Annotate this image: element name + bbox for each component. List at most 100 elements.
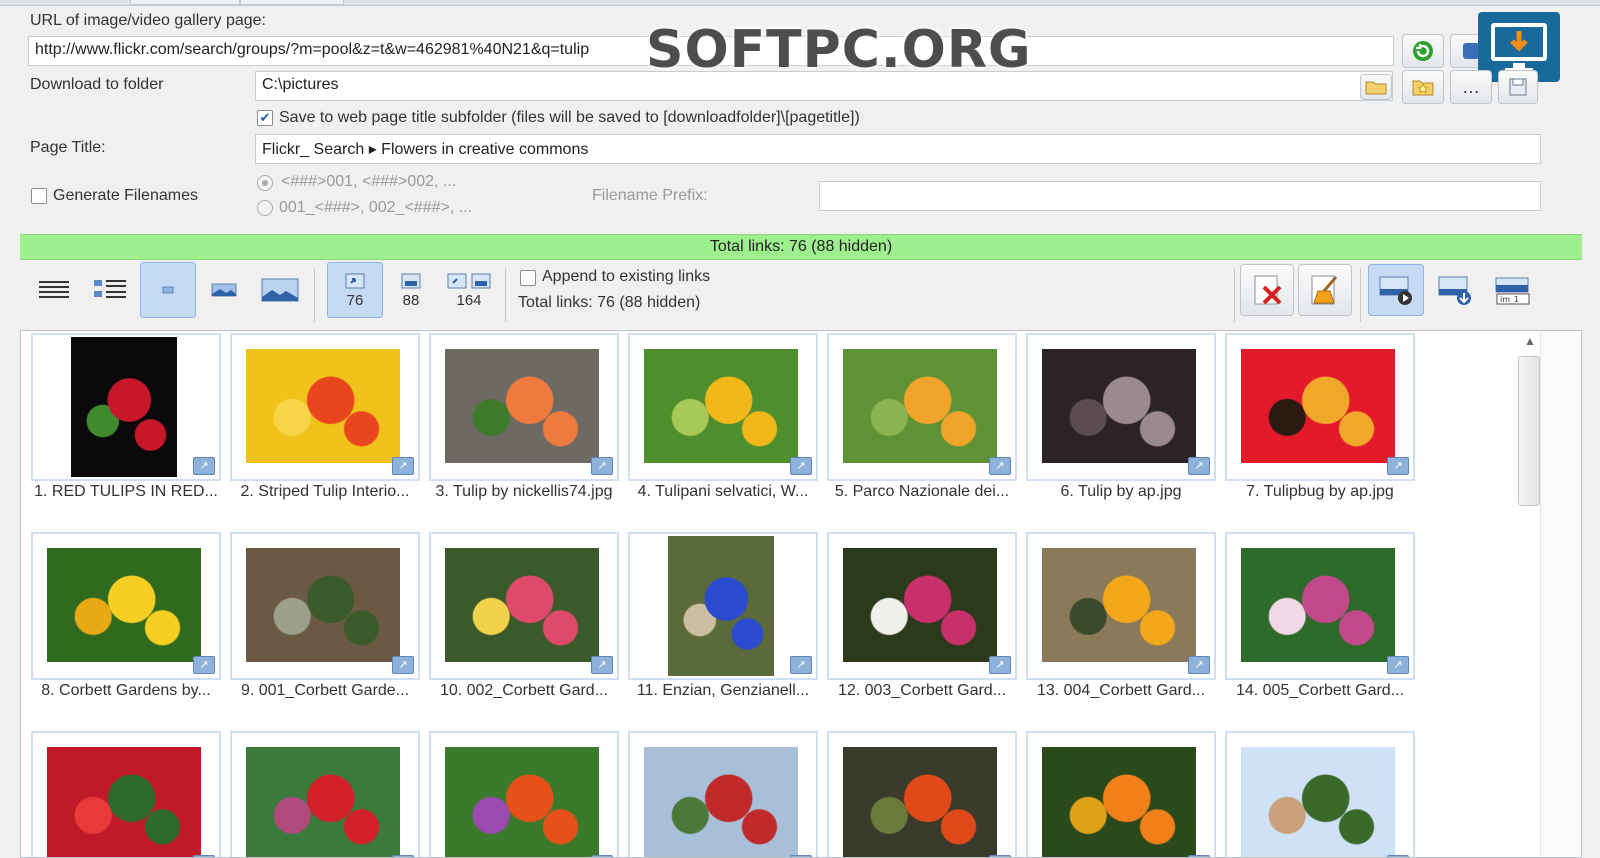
gallery-thumbnail[interactable]: ↗ xyxy=(827,333,1017,481)
subfolder-checkbox[interactable]: ✔ xyxy=(257,110,273,126)
link-badge-icon: ↗ xyxy=(193,656,215,674)
folder-label: Download to folder xyxy=(30,76,164,93)
thumbnail-caption: 8. Corbett Gardens by... xyxy=(41,682,211,699)
gallery-thumbnail[interactable]: ↗ xyxy=(1225,731,1415,857)
gallery-thumbnail[interactable]: ↗ xyxy=(827,731,1017,857)
view-small-thumbs-button[interactable] xyxy=(140,262,196,318)
thumbnail-image xyxy=(246,548,400,662)
rename-icon: im_1 xyxy=(1495,277,1530,305)
toolbar-separator xyxy=(1234,268,1235,322)
more-options-button[interactable]: … xyxy=(1450,70,1492,104)
gallery-thumbnail[interactable]: ↗ xyxy=(628,731,818,857)
clear-links-button[interactable] xyxy=(1298,264,1352,316)
gallery-thumbnail[interactable]: ↗ xyxy=(429,333,619,481)
broom-icon xyxy=(1311,275,1338,305)
view-list-button[interactable] xyxy=(82,262,138,318)
generate-filenames-label: Generate Filenames xyxy=(53,187,198,204)
gallery-thumbnail[interactable]: ↗ xyxy=(1026,731,1216,857)
thumbnail-image xyxy=(246,349,400,463)
image-icon xyxy=(401,273,421,288)
pattern-1-label: <###>001, <###>002, ... xyxy=(281,173,457,190)
gallery-thumbnail[interactable]: ↗ xyxy=(230,731,420,857)
thumbnail-image xyxy=(843,548,997,662)
browse-folder-button[interactable] xyxy=(1360,74,1392,100)
thumbnail-image xyxy=(1042,349,1196,463)
link-badge-icon: ↗ xyxy=(591,457,613,475)
gallery-thumbnail[interactable]: ↗ xyxy=(1026,532,1216,680)
filter-hidden-links-button[interactable]: 88 xyxy=(383,262,439,318)
toolbar-total-links: Total links: 76 (88 hidden) xyxy=(518,294,701,311)
link-badge-icon: ↗ xyxy=(989,656,1011,674)
generate-filenames-checkbox[interactable] xyxy=(31,188,47,204)
gallery-thumbnail[interactable]: ↗ xyxy=(429,731,619,857)
gallery-thumbnail[interactable]: ↗ xyxy=(628,333,818,481)
gallery-thumbnail[interactable]: ↗ xyxy=(1225,333,1415,481)
pattern-radio-1[interactable] xyxy=(257,175,273,191)
view-medium-thumbs-button[interactable] xyxy=(196,262,252,318)
scrollbar-thumb[interactable] xyxy=(1518,356,1540,506)
thumbnail-image xyxy=(445,747,599,857)
thumbnail-image xyxy=(445,349,599,463)
thumbnail-caption: 5. Parco Nazionale dei... xyxy=(834,483,1010,500)
link-badge-icon: ↗ xyxy=(392,656,414,674)
list-view-icon xyxy=(39,281,69,298)
thumbnail-caption: 9. 001_Corbett Garde... xyxy=(240,682,410,699)
gallery-scrollbar[interactable] xyxy=(1540,332,1580,856)
thumbnail-caption: 7. Tulipbug by ap.jpg xyxy=(1246,483,1394,500)
gallery-thumbnail[interactable]: ↗ xyxy=(429,532,619,680)
svg-text:im_1: im_1 xyxy=(1500,295,1519,304)
folder-icon xyxy=(1365,81,1387,95)
thumbnail-caption: 12. 003_Corbett Gard... xyxy=(837,682,1007,699)
pattern-2-label: 001_<###>, 002_<###>, ... xyxy=(279,199,473,216)
view-details-button[interactable] xyxy=(26,262,82,318)
thumbnail-image xyxy=(246,747,400,857)
thumbnail-caption: 1. RED TULIPS IN RED... xyxy=(34,483,218,500)
monitor-download-icon xyxy=(1491,23,1547,72)
subfolder-label: Save to web page title subfolder (files … xyxy=(279,109,860,126)
thumbnail-caption: 14. 005_Corbett Gard... xyxy=(1235,682,1405,699)
gallery-thumbnail[interactable]: ↗ xyxy=(628,532,818,680)
gallery-thumbnail[interactable]: ↗ xyxy=(827,532,1017,680)
link-badge-icon: ↗ xyxy=(1188,457,1210,475)
filter-all-links-button[interactable]: 164 xyxy=(439,262,499,318)
play-download-button[interactable] xyxy=(1368,264,1424,316)
filename-prefix-input[interactable] xyxy=(819,181,1541,211)
rename-files-button[interactable]: im_1 xyxy=(1486,264,1540,316)
thumbnail-caption: 13. 004_Corbett Gard... xyxy=(1036,682,1206,699)
gallery-thumbnail[interactable]: ↗ xyxy=(1225,532,1415,680)
filter-shown-links-button[interactable]: 76 xyxy=(327,262,383,318)
tab[interactable] xyxy=(240,0,344,5)
favorites-button[interactable] xyxy=(1402,70,1444,104)
all-links-icon xyxy=(447,273,491,288)
delete-links-button[interactable] xyxy=(1240,264,1294,316)
page-title-input[interactable]: Flickr_ Search ▸ Flowers in creative com… xyxy=(255,134,1541,164)
gallery-thumbnail[interactable]: ↗ xyxy=(230,333,420,481)
thumbnail-caption: 6. Tulip by ap.jpg xyxy=(1060,483,1182,500)
refresh-button[interactable] xyxy=(1402,34,1444,68)
toolbar-separator xyxy=(314,268,315,322)
thumbnail-image xyxy=(644,349,798,463)
link-badge-icon: ↗ xyxy=(1188,656,1210,674)
star-folder-icon xyxy=(1412,80,1434,96)
view-large-thumbs-button[interactable] xyxy=(252,262,308,318)
gallery-thumbnail[interactable]: ↗ xyxy=(1026,333,1216,481)
gallery-thumbnail[interactable]: ↗ xyxy=(31,532,221,680)
download-selected-button[interactable] xyxy=(1428,264,1482,316)
tab[interactable] xyxy=(130,0,240,5)
link-badge-icon: ↗ xyxy=(591,656,613,674)
thumbnail-image xyxy=(1042,548,1196,662)
folder-input[interactable]: C:\pictures xyxy=(255,71,1393,101)
scroll-up-arrow-icon[interactable]: ▲ xyxy=(1524,334,1536,348)
thumbnail-image xyxy=(71,337,177,477)
save-button[interactable] xyxy=(1498,70,1538,104)
thumbnail-list-icon xyxy=(94,280,126,298)
gallery-thumbnail[interactable]: ↗ xyxy=(230,532,420,680)
ellipsis-icon: … xyxy=(1462,76,1480,97)
gallery-thumbnail[interactable]: ↗ xyxy=(31,731,221,857)
gallery-thumbnail[interactable]: ↗ xyxy=(31,333,221,481)
pattern-radio-2[interactable] xyxy=(257,200,273,216)
toolbar-separator xyxy=(505,268,506,322)
total-links-status: Total links: 76 (88 hidden) xyxy=(20,234,1582,260)
link-badge-icon: ↗ xyxy=(392,457,414,475)
append-links-checkbox[interactable] xyxy=(520,270,536,286)
